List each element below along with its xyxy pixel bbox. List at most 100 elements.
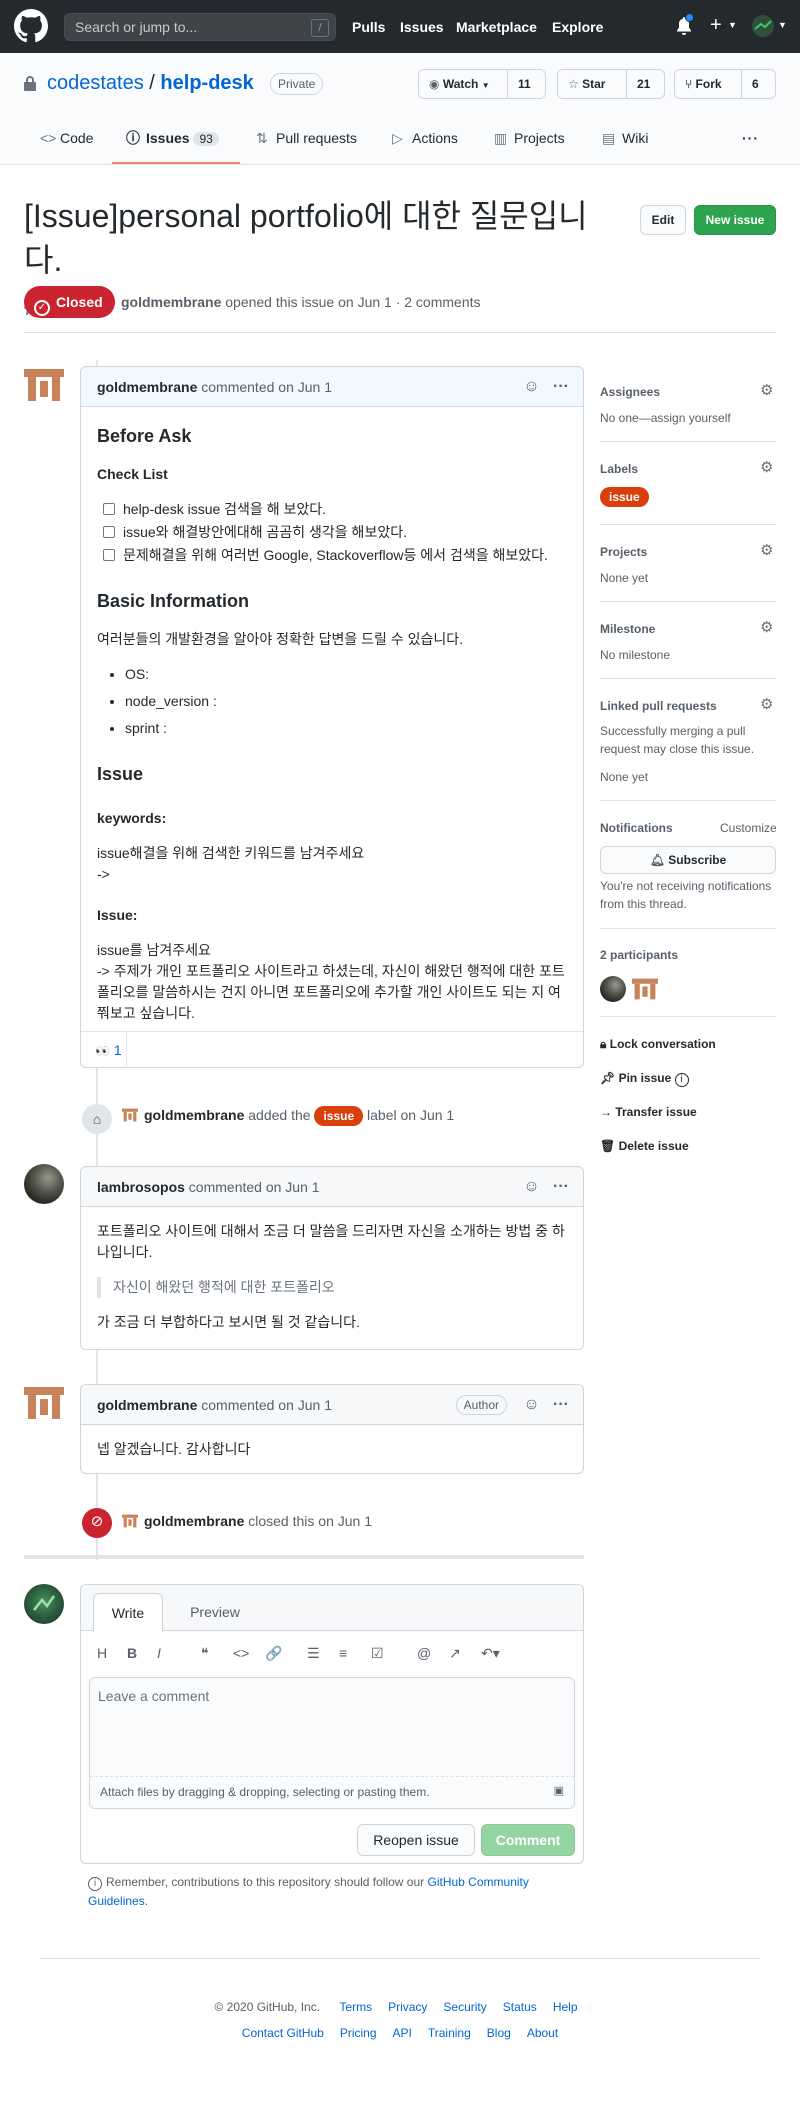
comment-author-link[interactable]: goldmembrane bbox=[97, 379, 197, 395]
milestone-title[interactable]: Milestone bbox=[600, 620, 655, 638]
quote-icon[interactable]: ❝ bbox=[201, 1643, 233, 1664]
kebab-horizontal-icon[interactable]: ··· bbox=[553, 1178, 569, 1195]
comment-timestamp[interactable]: commented on Jun 1 bbox=[201, 379, 332, 395]
delete-issue-button[interactable]: 🗑︎ Delete issue bbox=[600, 1137, 689, 1155]
heading-icon[interactable]: H bbox=[97, 1643, 127, 1664]
footer-link-pricing[interactable]: Pricing bbox=[340, 2026, 377, 2040]
new-issue-button[interactable]: New issue bbox=[694, 205, 776, 235]
reply-icon[interactable]: ↶▾ bbox=[481, 1643, 511, 1664]
watch-button[interactable]: ◉ Watch ▼ 11 bbox=[418, 69, 546, 99]
reopen-issue-button[interactable]: Reopen issue bbox=[357, 1824, 475, 1856]
user-avatar[interactable] bbox=[752, 15, 774, 37]
repo-owner-link[interactable]: codestates bbox=[47, 72, 144, 94]
footer-link-blog[interactable]: Blog bbox=[487, 2026, 511, 2040]
current-user-avatar bbox=[24, 1584, 64, 1624]
participant-avatar[interactable] bbox=[600, 976, 626, 1002]
comment-author-link[interactable]: goldmembrane bbox=[97, 1397, 197, 1413]
tasklist-icon[interactable]: ☑ bbox=[371, 1643, 417, 1664]
footer-link-security[interactable]: Security bbox=[443, 2000, 486, 2014]
tab-wiki-label: Wiki bbox=[622, 130, 649, 146]
footer-link-about[interactable]: About bbox=[527, 2026, 558, 2040]
github-logo-icon[interactable] bbox=[14, 9, 48, 43]
reaction-count: 1 bbox=[113, 1042, 122, 1058]
comment-button[interactable]: Comment bbox=[481, 1824, 575, 1856]
reaction-eyes[interactable]: 👀 1 bbox=[81, 1032, 127, 1068]
comment-author-avatar[interactable] bbox=[24, 365, 64, 405]
smiley-icon[interactable]: ☺ bbox=[523, 1178, 539, 1195]
tab-wiki[interactable]: ▤ Wiki bbox=[602, 128, 648, 149]
comment-author-link[interactable]: lambrosopos bbox=[97, 1179, 185, 1195]
nav-pulls[interactable]: Pulls bbox=[352, 17, 385, 38]
lock-conversation-button[interactable]: 🔒︎ Lock conversation bbox=[600, 1035, 716, 1053]
gear-icon[interactable]: ⚙ bbox=[760, 383, 774, 398]
nav-issues[interactable]: Issues bbox=[400, 17, 444, 38]
footer-link-terms[interactable]: Terms bbox=[339, 2000, 372, 2014]
event-actor-link[interactable]: goldmembrane bbox=[144, 1107, 244, 1123]
footer-link-contact[interactable]: Contact GitHub bbox=[242, 2026, 324, 2040]
subscribe-button[interactable]: 🔔︎ Subscribe bbox=[600, 846, 776, 874]
customize-link[interactable]: Customize bbox=[720, 819, 777, 837]
gear-icon[interactable]: ⚙ bbox=[760, 697, 774, 712]
markdown-icon[interactable]: ▣ bbox=[554, 1783, 564, 1800]
mention-icon[interactable]: @ bbox=[417, 1643, 449, 1664]
star-button[interactable]: ☆ Star 21 bbox=[557, 69, 665, 99]
event-actor-avatar[interactable] bbox=[122, 1107, 138, 1123]
gear-icon[interactable]: ⚙ bbox=[760, 543, 774, 558]
bold-icon[interactable]: B bbox=[127, 1643, 157, 1664]
event-actor-avatar[interactable] bbox=[122, 1513, 138, 1529]
comment-textarea[interactable]: Leave a comment Attach files by dragging… bbox=[89, 1677, 575, 1809]
footer-link-privacy[interactable]: Privacy bbox=[388, 2000, 427, 2014]
footer-link-api[interactable]: API bbox=[393, 2026, 412, 2040]
plus-icon[interactable]: + bbox=[710, 13, 722, 37]
nav-marketplace[interactable]: Marketplace bbox=[456, 17, 537, 38]
comment-author-avatar[interactable] bbox=[24, 1164, 64, 1204]
comment-author-avatar[interactable] bbox=[24, 1383, 64, 1423]
kebab-horizontal-icon[interactable]: ··· bbox=[553, 1396, 569, 1413]
labels-title[interactable]: Labels bbox=[600, 460, 638, 478]
more-tabs-button[interactable]: ··· bbox=[742, 128, 759, 149]
lock-icon: 🔒︎ bbox=[600, 1037, 607, 1051]
repo-separator: / bbox=[149, 72, 155, 94]
event-actor-link[interactable]: goldmembrane bbox=[144, 1513, 244, 1529]
smiley-icon[interactable]: ☺ bbox=[523, 1396, 539, 1413]
assignees-value[interactable]: No one—assign yourself bbox=[600, 409, 731, 427]
tab-actions[interactable]: ▷ Actions bbox=[392, 128, 458, 149]
cross-reference-icon[interactable]: ↗ bbox=[449, 1643, 481, 1664]
tab-issues[interactable]: ⓘ Issues 93 bbox=[126, 128, 219, 149]
tab-write[interactable]: Write bbox=[93, 1593, 163, 1632]
edit-button[interactable]: Edit bbox=[640, 205, 686, 235]
label-badge-issue[interactable]: issue bbox=[314, 1106, 364, 1126]
ordered-list-icon[interactable]: ≡ bbox=[339, 1643, 371, 1664]
tab-pull-requests[interactable]: ⇅ Pull requests bbox=[256, 128, 357, 149]
tab-code[interactable]: <> Code bbox=[40, 128, 93, 149]
attach-files-hint[interactable]: Attach files by dragging & dropping, sel… bbox=[90, 1776, 574, 1808]
unordered-list-icon[interactable]: ☰ bbox=[307, 1643, 339, 1664]
transfer-issue-button[interactable]: → Transfer issue bbox=[600, 1103, 697, 1121]
kebab-horizontal-icon[interactable]: ··· bbox=[553, 378, 569, 395]
footer-link-training[interactable]: Training bbox=[428, 2026, 471, 2040]
pin-issue-button[interactable]: 📌︎ Pin issue i bbox=[600, 1069, 689, 1087]
nav-explore[interactable]: Explore bbox=[552, 17, 603, 38]
tab-preview[interactable]: Preview bbox=[177, 1593, 253, 1631]
participant-avatar[interactable] bbox=[632, 976, 658, 1002]
footer-link-help[interactable]: Help bbox=[553, 2000, 578, 2014]
assignees-title[interactable]: Assignees bbox=[600, 383, 660, 401]
tab-projects[interactable]: ▥ Projects bbox=[494, 128, 565, 149]
issue-author-link[interactable]: goldmembrane bbox=[121, 294, 221, 310]
repo-name-link[interactable]: help-desk bbox=[160, 72, 253, 94]
footer-link-status[interactable]: Status bbox=[503, 2000, 537, 2014]
projects-title[interactable]: Projects bbox=[600, 543, 647, 561]
smiley-icon[interactable]: ☺ bbox=[523, 378, 539, 395]
gear-icon[interactable]: ⚙ bbox=[760, 620, 774, 635]
search-input[interactable]: Search or jump to... / bbox=[64, 13, 336, 41]
gear-icon[interactable]: ⚙ bbox=[760, 460, 774, 475]
comment-timestamp[interactable]: commented on Jun 1 bbox=[189, 1179, 320, 1195]
link-icon[interactable]: 🔗 bbox=[265, 1643, 307, 1664]
code-icon[interactable]: <> bbox=[233, 1643, 265, 1664]
fork-button[interactable]: ⑂ Fork 6 bbox=[674, 69, 776, 99]
linked-prs-title[interactable]: Linked pull requests bbox=[600, 697, 717, 715]
sidebar-label-issue[interactable]: issue bbox=[600, 487, 649, 507]
italic-icon[interactable]: I bbox=[157, 1643, 201, 1664]
chevron-down-icon: ▼ bbox=[778, 20, 787, 30]
comment-timestamp[interactable]: commented on Jun 1 bbox=[201, 1397, 332, 1413]
